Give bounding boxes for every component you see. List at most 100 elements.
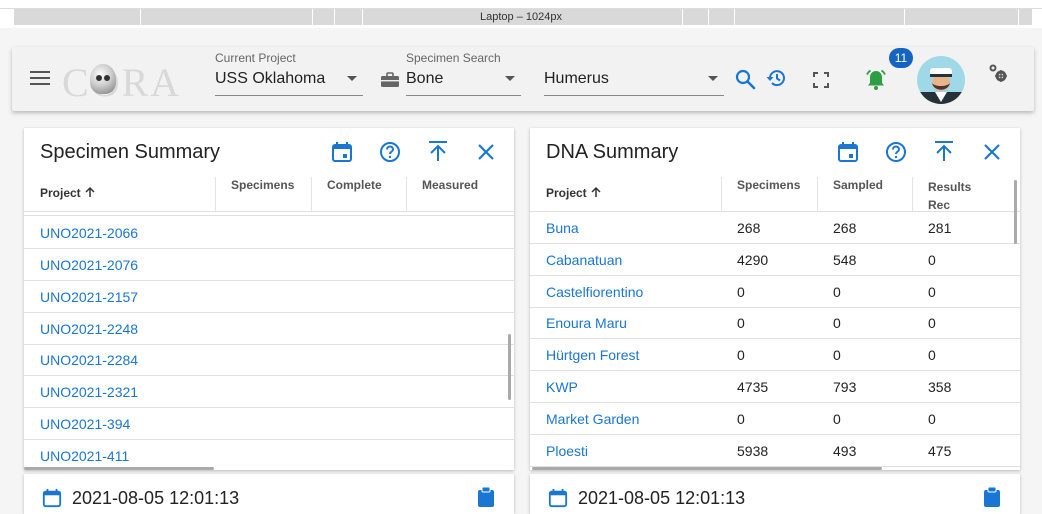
close-icon[interactable]: [982, 142, 1002, 162]
column-header-specimens[interactable]: Specimens: [231, 178, 294, 192]
notification-badge[interactable]: 11: [889, 48, 913, 68]
help-icon[interactable]: [885, 141, 907, 163]
sampled-cell: 0: [833, 284, 841, 300]
chevron-down-icon: [505, 76, 515, 81]
results-cell: 281: [928, 220, 952, 236]
vertical-scrollbar[interactable]: [1014, 180, 1017, 244]
project-link[interactable]: KWP: [546, 379, 578, 395]
project-link[interactable]: Enoura Maru: [546, 315, 627, 331]
specimens-cell: 5938: [737, 443, 769, 459]
specimens-cell: 0: [737, 284, 745, 300]
specimens-cell: 0: [737, 411, 745, 427]
bell-icon[interactable]: [864, 68, 888, 92]
table-row: UNO2021-394: [24, 408, 514, 440]
column-header-measured[interactable]: Measured: [422, 178, 478, 192]
dna-summary-card: DNA Summary Project Specimens Sampled Re…: [530, 128, 1020, 470]
results-cell: 0: [928, 284, 936, 300]
specimens-cell: 268: [737, 220, 761, 236]
project-link[interactable]: Castelfiorentino: [546, 284, 643, 300]
results-cell: 0: [928, 347, 936, 363]
table-row: UNO2021-2076: [24, 249, 514, 281]
sampled-cell: 268: [833, 220, 857, 236]
sampled-cell: 0: [833, 347, 841, 363]
project-link[interactable]: Market Garden: [546, 411, 639, 427]
specimen-footer-card: 2021-08-05 12:01:13: [24, 474, 514, 514]
horizontal-scrollbar[interactable]: [532, 467, 882, 470]
sort-arrow-up-icon: [85, 186, 95, 197]
settings-gear-icon[interactable]: [987, 62, 1009, 84]
table-row-partial: [24, 212, 514, 216]
project-link[interactable]: UNO2021-394: [40, 416, 130, 432]
results-cell: 358: [928, 379, 952, 395]
skull-logo-icon: [90, 64, 116, 94]
sampled-cell: 548: [833, 252, 857, 268]
last-updated-timestamp: 2021-08-05 12:01:13: [578, 488, 746, 508]
specimens-cell: 0: [737, 347, 745, 363]
project-link[interactable]: Hürtgen Forest: [546, 347, 639, 363]
column-header-project[interactable]: Project: [40, 186, 96, 200]
table-row: Enoura Maru 0 0 0: [530, 307, 1020, 339]
card-title: Specimen Summary: [40, 141, 221, 163]
project-link[interactable]: UNO2021-411: [40, 448, 129, 464]
table-row: UNO2021-2248: [24, 313, 514, 345]
specimen-search-label: Specimen Search: [406, 51, 501, 65]
column-header-specimens[interactable]: Specimens: [737, 178, 800, 192]
scroll-to-top-icon[interactable]: [932, 139, 956, 163]
project-link[interactable]: UNO2021-2284: [40, 352, 138, 368]
vertical-scrollbar[interactable]: [508, 334, 511, 400]
sampled-cell: 493: [833, 443, 857, 459]
project-link[interactable]: Buna: [546, 220, 579, 236]
table-row: UNO2021-411: [24, 440, 514, 470]
table-header: Project Specimens Sampled Results Rec: [530, 177, 1020, 212]
sampled-cell: 793: [833, 379, 857, 395]
results-cell: 0: [928, 315, 936, 331]
table-row: UNO2021-2321: [24, 376, 514, 408]
calendar-icon: [42, 488, 62, 508]
table-row: Market Garden 0 0 0: [530, 403, 1020, 435]
clipboard-icon[interactable]: [476, 486, 496, 508]
viewport-label: Laptop – 1024px: [480, 11, 562, 23]
calendar-icon: [548, 488, 568, 508]
dna-footer-card: 2021-08-05 12:01:13: [530, 474, 1020, 514]
captain-avatar-icon: [917, 68, 965, 104]
column-header-complete[interactable]: Complete: [327, 178, 382, 192]
clipboard-icon[interactable]: [982, 486, 1002, 508]
project-link[interactable]: UNO2021-2321: [40, 384, 138, 400]
close-icon[interactable]: [476, 142, 496, 162]
column-header-results-rec[interactable]: Results Rec: [928, 178, 971, 214]
project-link[interactable]: UNO2021-2066: [40, 225, 138, 241]
project-link[interactable]: UNO2021-2157: [40, 289, 138, 305]
calendar-icon[interactable]: [837, 141, 859, 163]
sampled-cell: 0: [833, 411, 841, 427]
project-link[interactable]: UNO2021-2248: [40, 321, 138, 337]
history-icon[interactable]: [765, 66, 789, 90]
column-header-sampled[interactable]: Sampled: [833, 178, 883, 192]
table-row: UNO2021-2066: [24, 217, 514, 249]
calendar-icon[interactable]: [331, 141, 353, 163]
table-row: Cabanatuan 4290 548 0: [530, 244, 1020, 276]
briefcase-icon: [381, 72, 399, 87]
project-link[interactable]: Cabanatuan: [546, 252, 622, 268]
results-cell: 0: [928, 411, 936, 427]
app-toolbar: CORA Current Project USS Oklahoma Specim…: [12, 47, 1034, 111]
horizontal-scrollbar[interactable]: [24, 467, 214, 470]
table-row: UNO2021-2284: [24, 344, 514, 376]
search-icon[interactable]: [734, 68, 756, 90]
table-row: Hürtgen Forest 0 0 0: [530, 339, 1020, 371]
specimens-cell: 0: [737, 315, 745, 331]
scroll-to-top-icon[interactable]: [426, 139, 450, 163]
current-project-label: Current Project: [215, 51, 296, 65]
help-icon[interactable]: [379, 141, 401, 163]
table-row: Buna 268 268 281: [530, 212, 1020, 244]
project-link[interactable]: UNO2021-2076: [40, 257, 138, 273]
app-logo: CORA: [62, 60, 182, 105]
project-link[interactable]: Ploesti: [546, 443, 588, 459]
column-header-project[interactable]: Project: [546, 186, 602, 200]
sampled-cell: 0: [833, 315, 841, 331]
table-row: Ploesti 5938 493 475: [530, 435, 1020, 467]
current-project-value: USS Oklahoma: [215, 70, 326, 87]
avatar[interactable]: [917, 56, 965, 104]
hamburger-menu-icon[interactable]: [30, 71, 50, 87]
fullscreen-icon[interactable]: [813, 72, 829, 88]
bone-select-value: Humerus: [544, 70, 609, 87]
